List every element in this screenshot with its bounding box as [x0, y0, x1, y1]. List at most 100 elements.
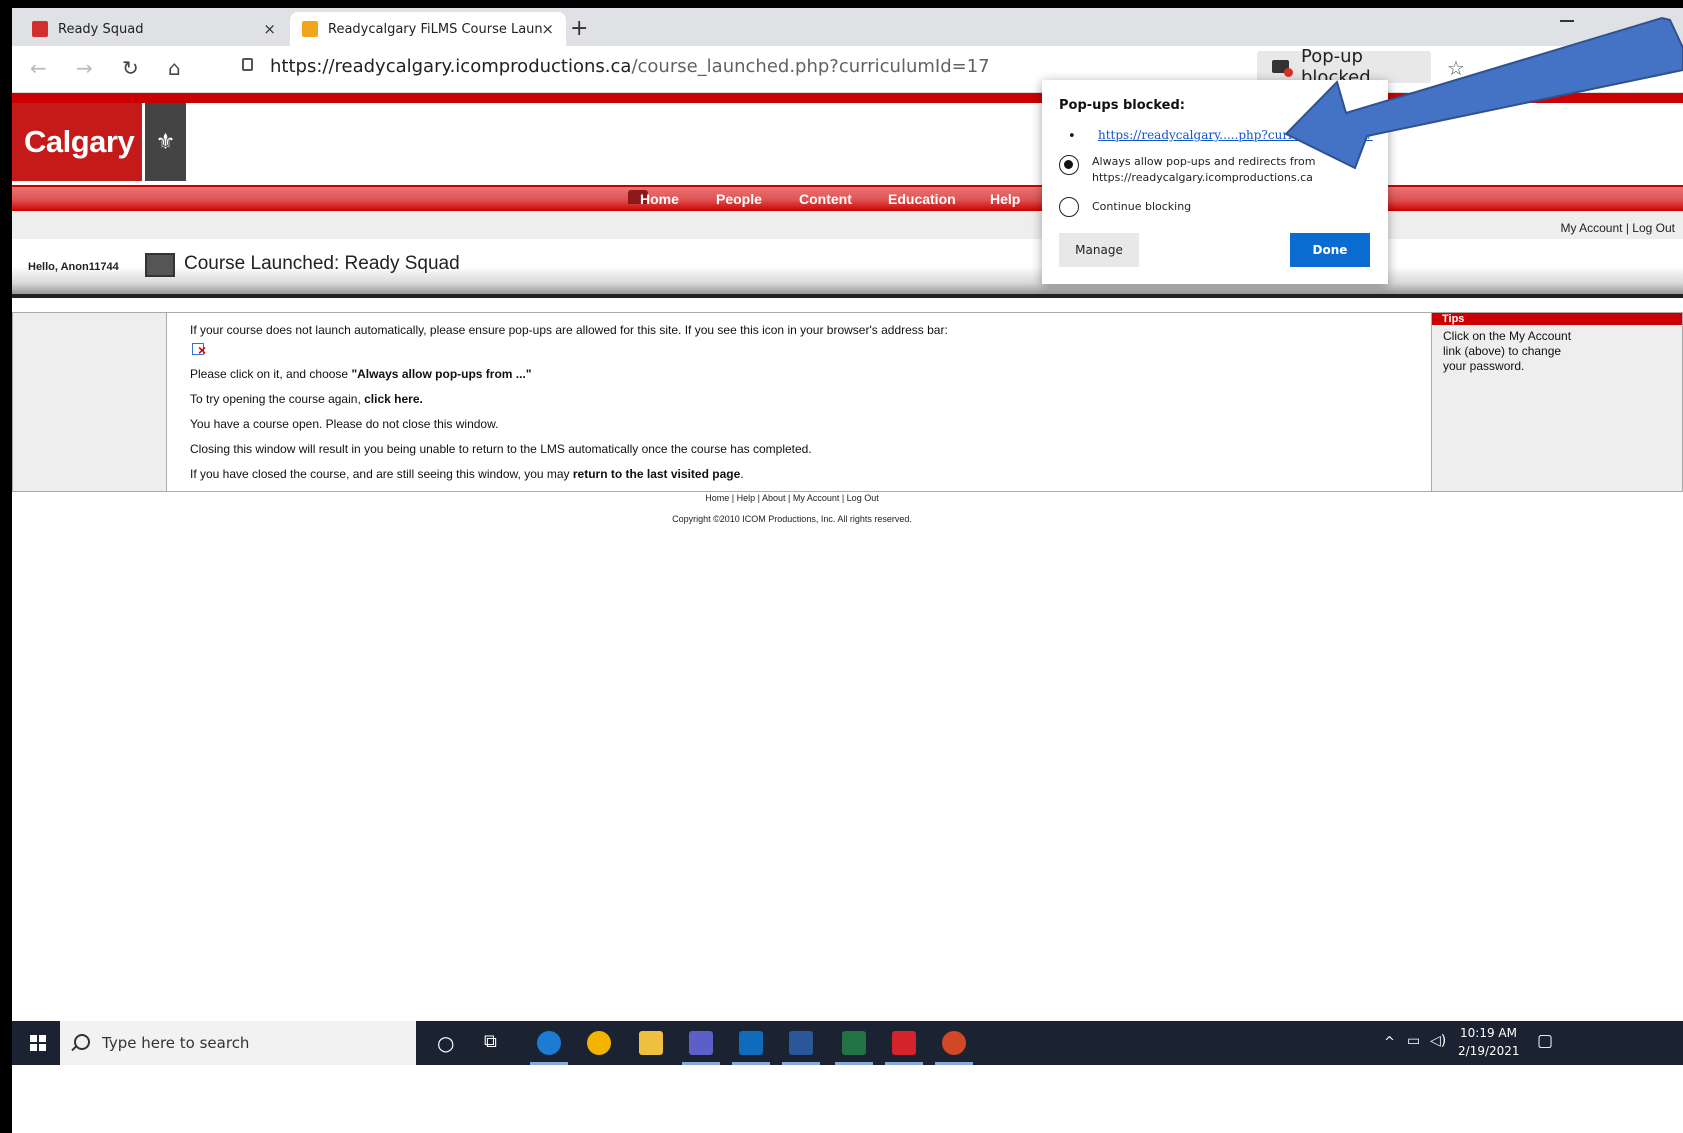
acrobat-icon[interactable] — [892, 1031, 916, 1055]
url-field[interactable]: https://readycalgary.icomproductions.ca/… — [270, 56, 990, 77]
closing-warning: Closing this window will result in you b… — [190, 442, 812, 456]
teams-icon[interactable] — [689, 1031, 713, 1055]
excel-icon[interactable] — [842, 1031, 866, 1055]
menu-education[interactable]: Education — [888, 191, 956, 207]
retry-text: To try opening the course again, — [190, 392, 365, 406]
notifications-icon[interactable]: ▢ — [1537, 1031, 1553, 1051]
return-last-page-link[interactable]: return to the last visited page — [573, 467, 740, 481]
calgary-favicon-icon — [32, 21, 48, 37]
url-host: https://readycalgary.icomproductions.ca — [270, 56, 632, 77]
powerpoint-active-indicator — [935, 1062, 973, 1065]
popup-blocked-example-icon — [192, 342, 206, 358]
page-title: Course Launched: Ready Squad — [184, 253, 460, 274]
teams-active-indicator — [682, 1062, 720, 1065]
always-allow-radio[interactable] — [1059, 155, 1079, 175]
outlook-active-indicator — [732, 1062, 770, 1065]
blocked-popup-link[interactable]: https://readycalgary.....php?curriculumI… — [1098, 128, 1373, 142]
always-allow-label[interactable]: Always allow pop-ups and redirects from … — [1092, 154, 1332, 186]
clock-time[interactable]: 10:19 AM — [1460, 1026, 1517, 1040]
course-icon — [145, 253, 175, 277]
period: . — [740, 467, 744, 481]
word-active-indicator — [782, 1062, 820, 1065]
outlook-icon[interactable] — [739, 1031, 763, 1055]
click-here-link[interactable]: click here. — [364, 392, 423, 406]
file-explorer-icon[interactable] — [639, 1031, 663, 1055]
windows-start-icon[interactable] — [30, 1035, 46, 1051]
return-instruction: If you have closed the course, and are s… — [190, 467, 744, 481]
refresh-icon[interactable]: ↻ — [122, 56, 139, 80]
done-button[interactable]: Done — [1290, 233, 1370, 267]
tab-title: Readycalgary FiLMS Course Laun — [328, 21, 543, 37]
search-icon — [74, 1034, 90, 1050]
windows-taskbar: Type here to search ○ ⧉ ^ ▭ ◁) 10:19 AM … — [12, 1021, 1683, 1065]
tab-readycalgary-films[interactable]: Readycalgary FiLMS Course Laun × — [290, 12, 566, 46]
forward-arrow-icon[interactable]: → — [76, 56, 93, 80]
favorite-star-icon[interactable]: ☆ — [1447, 56, 1465, 80]
address-bar-row: ← → ↻ ⌂ https://readycalgary.icomproduct… — [12, 46, 1683, 93]
lock-icon[interactable] — [242, 58, 253, 71]
left-column — [12, 312, 167, 492]
tab-title: Ready Squad — [58, 21, 144, 37]
tab-strip: Ready Squad × Readycalgary FiLMS Course … — [12, 8, 1683, 46]
copyright: Copyright ©2010 ICOM Productions, Inc. A… — [672, 514, 912, 524]
calgary-logo[interactable]: Calgary — [12, 103, 142, 181]
crest-icon: ⚜ — [145, 103, 186, 181]
powerpoint-icon[interactable] — [942, 1031, 966, 1055]
my-account-link[interactable]: My Account — [1560, 221, 1622, 235]
popup-blocked-chip[interactable]: Pop-up blocked — [1257, 46, 1431, 88]
menu-home[interactable]: Home — [640, 191, 679, 207]
task-view-icon[interactable]: ⧉ — [484, 1031, 497, 1052]
course-open-notice: You have a course open. Please do not cl… — [190, 417, 499, 431]
menu-content[interactable]: Content — [799, 191, 852, 207]
taskbar-search[interactable]: Type here to search — [60, 1021, 416, 1065]
continue-blocking-radio[interactable] — [1059, 197, 1079, 217]
profile-avatar[interactable] — [1602, 60, 1622, 80]
excel-active-indicator — [835, 1062, 873, 1065]
popup-panel-title: Pop-ups blocked: — [1059, 98, 1186, 113]
tips-title: Tips — [1432, 313, 1682, 325]
home-icon[interactable]: ⌂ — [168, 56, 181, 80]
close-tab-icon[interactable]: × — [541, 20, 554, 38]
word-icon[interactable] — [789, 1031, 813, 1055]
separator: | — [1625, 221, 1629, 235]
page-header: Hello, Anon11744 Course Launched: Ready … — [12, 239, 1683, 298]
new-tab-button[interactable]: + — [570, 16, 588, 41]
tips-body: Click on the My Account link (above) to … — [1443, 329, 1572, 373]
menu-people[interactable]: People — [716, 191, 762, 207]
cortana-icon[interactable]: ○ — [437, 1031, 454, 1055]
back-arrow-icon[interactable]: ← — [30, 56, 47, 80]
tray-chevron-icon[interactable]: ^ — [1384, 1035, 1395, 1050]
tips-panel: Tips Click on the My Account link (above… — [1432, 312, 1683, 492]
minimize-icon[interactable] — [1560, 20, 1574, 22]
clock-date[interactable]: 2/19/2021 — [1458, 1044, 1520, 1058]
search-placeholder: Type here to search — [102, 1034, 250, 1052]
bullet: • — [1068, 129, 1076, 144]
more-menu-icon[interactable]: ··· — [1652, 54, 1671, 78]
close-tab-icon[interactable]: × — [263, 20, 276, 38]
launch-instructions: If your course does not launch automatic… — [190, 323, 948, 337]
logout-link[interactable]: Log Out — [1632, 221, 1675, 235]
hello-user: Hello, Anon11744 — [28, 261, 119, 273]
url-path: /course_launched.php?curriculumId=17 — [631, 56, 990, 77]
popups-blocked-panel: Pop-ups blocked: • https://readycalgary.… — [1042, 80, 1388, 284]
edge-icon[interactable] — [537, 1031, 561, 1055]
films-favicon-icon — [302, 21, 318, 37]
browser-window: Ready Squad × Readycalgary FiLMS Course … — [12, 8, 1683, 1133]
choose-text: Please click on it, and choose — [190, 367, 352, 381]
continue-blocking-label[interactable]: Continue blocking — [1092, 199, 1191, 215]
top-red-stripe — [12, 93, 1683, 103]
main-content: If your course does not launch automatic… — [167, 312, 1432, 492]
account-bar: My Account | Log Out — [12, 211, 1683, 240]
volume-icon[interactable]: ◁) — [1430, 1033, 1446, 1049]
edge-active-indicator — [530, 1062, 568, 1065]
choose-instruction: Please click on it, and choose "Always a… — [190, 367, 532, 381]
manage-button[interactable]: Manage — [1059, 233, 1139, 267]
menu-help[interactable]: Help — [990, 191, 1020, 207]
retry-instruction: To try opening the course again, click h… — [190, 392, 423, 406]
acrobat-active-indicator — [885, 1062, 923, 1065]
tab-ready-squad[interactable]: Ready Squad × — [20, 12, 288, 46]
footer-links[interactable]: Home | Help | About | My Account | Log O… — [12, 493, 1572, 503]
network-icon[interactable]: ▭ — [1407, 1033, 1420, 1049]
chrome-icon[interactable] — [587, 1031, 611, 1055]
logo-text: Calgary — [24, 124, 135, 159]
